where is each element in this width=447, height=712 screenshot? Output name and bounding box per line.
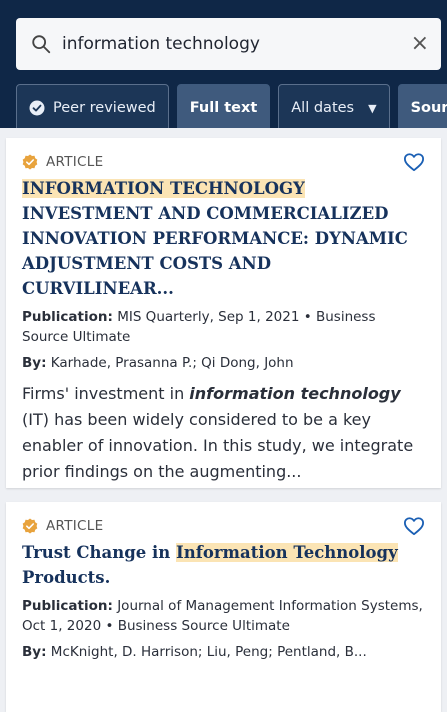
title-highlight: INFORMATION TECHNOLOGY — [22, 179, 305, 198]
result-card[interactable]: ARTICLE Trust Change in Information Tech… — [6, 502, 441, 712]
full-text-filter[interactable]: Full text — [176, 84, 271, 128]
peer-reviewed-filter[interactable]: Peer reviewed — [16, 84, 169, 128]
result-authors: By: McKnight, D. Harrison; Liu, Peng; Pe… — [22, 642, 425, 662]
publication-label: Publication: — [22, 598, 113, 614]
result-type: ARTICLE — [46, 518, 104, 534]
authors-label: By: — [22, 355, 47, 371]
authors-value: Karhade, Prasanna P.; Qi Dong, John — [46, 355, 294, 371]
abstract-pre: Firms' investment in — [22, 384, 190, 403]
source-filter[interactable]: Sour — [397, 84, 447, 128]
abstract-post: (IT) has been widely considered to be a … — [22, 410, 414, 481]
article-badge-icon — [22, 154, 38, 170]
abstract-keyword: information technology — [189, 384, 401, 403]
authors-label: By: — [22, 644, 47, 660]
search-bar: × — [16, 18, 441, 70]
peer-reviewed-label: Peer reviewed — [53, 100, 156, 116]
authors-value: McKnight, D. Harrison; Liu, Peng; Pentla… — [46, 644, 367, 660]
result-card[interactable]: ARTICLE INFORMATION TECHNOLOGY INVESTMEN… — [6, 138, 441, 488]
search-input[interactable] — [62, 34, 411, 54]
filter-chips: Peer reviewed Full text All dates ▼ Sour — [16, 84, 447, 128]
caret-down-icon: ▼ — [368, 101, 377, 115]
result-abstract: Firms' investment in information technol… — [22, 381, 425, 485]
search-icon — [32, 35, 51, 54]
article-badge-icon — [22, 518, 38, 534]
heart-icon[interactable] — [403, 516, 425, 536]
result-title[interactable]: INFORMATION TECHNOLOGY INVESTMENT AND CO… — [22, 176, 425, 301]
result-publication: Publication: MIS Quarterly, Sep 1, 2021 … — [22, 307, 425, 347]
source-label: Sour — [410, 100, 447, 116]
close-icon[interactable]: × — [411, 33, 429, 55]
result-authors: By: Karhade, Prasanna P.; Qi Dong, John — [22, 353, 425, 373]
result-title[interactable]: Trust Change in Information Technology P… — [22, 540, 425, 590]
publication-label: Publication: — [22, 309, 113, 325]
full-text-label: Full text — [189, 100, 258, 116]
title-post: Products. — [22, 568, 111, 587]
result-publication: Publication: Journal of Management Infor… — [22, 596, 425, 636]
all-dates-label: All dates — [291, 100, 355, 116]
title-highlight: Information Technology — [176, 543, 398, 562]
all-dates-filter[interactable]: All dates ▼ — [278, 84, 390, 128]
result-type: ARTICLE — [46, 154, 104, 170]
title-rest: INVESTMENT AND COMMERCIALIZED INNOVATION… — [22, 204, 408, 298]
check-badge-icon — [29, 100, 45, 116]
title-pre: Trust Change in — [22, 543, 177, 562]
search-header: × Peer reviewed Full text All dates ▼ So… — [0, 0, 447, 128]
heart-icon[interactable] — [403, 152, 425, 172]
